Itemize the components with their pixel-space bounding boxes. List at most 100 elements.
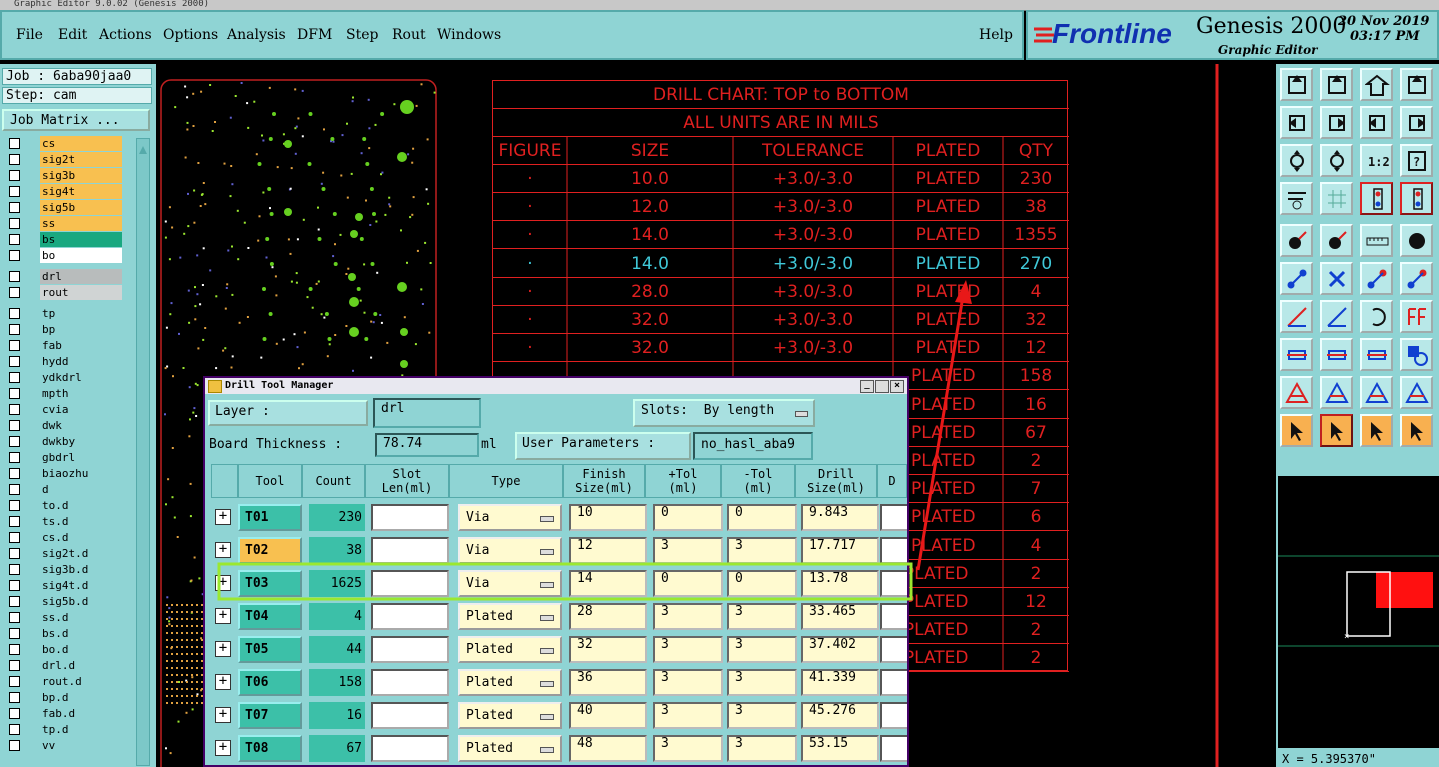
layer-row-ydkdrl[interactable]: ydkdrl: [4, 370, 122, 385]
menu-windows[interactable]: Windows: [437, 27, 501, 43]
home-icon[interactable]: [1360, 68, 1393, 101]
layer-field[interactable]: drl: [373, 398, 481, 428]
layer-checkbox[interactable]: [9, 420, 20, 431]
menu-actions[interactable]: Actions: [99, 27, 152, 43]
minus-tol-input[interactable]: 0: [727, 504, 797, 531]
arrow-a-icon[interactable]: [1320, 376, 1353, 409]
layer-checkbox[interactable]: [9, 612, 20, 623]
ruler-icon[interactable]: [1360, 224, 1393, 257]
layer-row-sig4t.d[interactable]: sig4t.d: [4, 578, 122, 593]
step-right-icon[interactable]: [1320, 106, 1353, 139]
tool-row-T05[interactable]: + T05 44 Plated 32 3 3 37.402: [211, 633, 907, 665]
layer-row-dwkby[interactable]: dwkby: [4, 434, 122, 449]
type-dropdown[interactable]: Plated: [458, 603, 562, 630]
arrow-b-icon[interactable]: [1360, 376, 1393, 409]
drill-size-input[interactable]: 9.843: [801, 504, 879, 531]
layer-row-fab.d[interactable]: fab.d: [4, 706, 122, 721]
scroll-up-arrow-icon[interactable]: [138, 140, 148, 154]
layer-checkbox[interactable]: [9, 250, 20, 261]
plus-tol-input[interactable]: 0: [653, 504, 723, 531]
minus-tol-input[interactable]: 3: [727, 537, 797, 564]
layer-row-vv[interactable]: vv: [4, 738, 122, 753]
layer-checkbox[interactable]: [9, 388, 20, 399]
select-circle-icon[interactable]: [1360, 414, 1393, 447]
tool-button[interactable]: T03: [238, 570, 302, 597]
add-point-icon[interactable]: [1400, 262, 1433, 295]
step-left-icon[interactable]: [1280, 106, 1313, 139]
layer-row-bs[interactable]: bs: [4, 232, 122, 247]
layer-checkbox[interactable]: [9, 548, 20, 559]
move-point-icon[interactable]: [1360, 262, 1393, 295]
layer-checkbox[interactable]: [9, 468, 20, 479]
layer-checkbox[interactable]: [9, 692, 20, 703]
finish-size-input[interactable]: 32: [569, 636, 647, 663]
pan-icon[interactable]: [1320, 144, 1353, 177]
zoom-fit-icon[interactable]: [1280, 144, 1313, 177]
measure-tool-icon[interactable]: [1280, 182, 1313, 215]
plus-tol-input[interactable]: 3: [653, 669, 723, 696]
minus-tol-input[interactable]: 3: [727, 735, 797, 762]
layer-checkbox[interactable]: [9, 372, 20, 383]
d-input[interactable]: [880, 636, 907, 663]
layer-checkbox[interactable]: [9, 218, 20, 229]
scale-1to2-icon[interactable]: 1:2: [1360, 144, 1393, 177]
finish-size-input[interactable]: 48: [569, 735, 647, 762]
dtm-title-bar[interactable]: Drill Tool Manager _ ×: [205, 378, 907, 394]
layer-checkbox[interactable]: [9, 724, 20, 735]
tool-row-T07[interactable]: + T07 16 Plated 40 3 3 45.276: [211, 699, 907, 731]
job-matrix-button[interactable]: Job Matrix ...: [2, 109, 150, 131]
layer-checkbox[interactable]: [9, 287, 20, 298]
layer-checkbox[interactable]: [9, 500, 20, 511]
pad-icon[interactable]: [1280, 224, 1313, 257]
drill-size-input[interactable]: 17.717: [801, 537, 879, 564]
layer-checkbox[interactable]: [9, 628, 20, 639]
layer-row-mpth[interactable]: mpth: [4, 386, 122, 401]
tool-row-T02[interactable]: + T02 38 Via 12 3 3 17.717: [211, 534, 907, 566]
expand-plus-icon[interactable]: +: [215, 608, 231, 624]
layer-checkbox[interactable]: [9, 452, 20, 463]
layer-checkbox[interactable]: [9, 271, 20, 282]
minus-tol-input[interactable]: 3: [727, 669, 797, 696]
menu-dfm[interactable]: DFM: [297, 27, 332, 43]
mini-map[interactable]: ×: [1278, 476, 1439, 748]
layer-row-rout[interactable]: rout: [4, 285, 122, 300]
split-icon[interactable]: [1400, 300, 1433, 333]
menu-step[interactable]: Step: [346, 27, 378, 43]
drill-size-input[interactable]: 33.465: [801, 603, 879, 630]
shapes-icon[interactable]: [1400, 338, 1433, 371]
layer-row-ts.d[interactable]: ts.d: [4, 514, 122, 529]
layer-list-scrollbar[interactable]: [136, 138, 150, 766]
layer-row-to.d[interactable]: to.d: [4, 498, 122, 513]
plus-tol-input[interactable]: 3: [653, 603, 723, 630]
grid-icon[interactable]: [1320, 182, 1353, 215]
select-box-icon[interactable]: [1320, 414, 1353, 447]
d-input[interactable]: [880, 702, 907, 729]
drill-size-input[interactable]: 37.402: [801, 636, 879, 663]
circle-icon[interactable]: [1400, 224, 1433, 257]
layer-checkbox[interactable]: [9, 644, 20, 655]
layer-row-ss[interactable]: ss: [4, 216, 122, 231]
tool-row-T08[interactable]: + T08 67 Plated 48 3 3 53.15: [211, 732, 907, 764]
finish-size-input[interactable]: 28: [569, 603, 647, 630]
arc-icon[interactable]: [1360, 300, 1393, 333]
type-dropdown[interactable]: Plated: [458, 636, 562, 663]
layer-row-ss.d[interactable]: ss.d: [4, 610, 122, 625]
layer-checkbox[interactable]: [9, 516, 20, 527]
tool-row-T01[interactable]: + T01 230 Via 10 0 0 9.843: [211, 501, 907, 533]
layer-row-fab[interactable]: fab: [4, 338, 122, 353]
traffic-light-alt-icon[interactable]: [1400, 182, 1433, 215]
type-dropdown[interactable]: Via: [458, 504, 562, 531]
finish-size-input[interactable]: 36: [569, 669, 647, 696]
minus-tol-input[interactable]: 3: [727, 702, 797, 729]
tool-row-T06[interactable]: + T06 158 Plated 36 3 3 41.339: [211, 666, 907, 698]
select-pointer-icon[interactable]: [1280, 414, 1313, 447]
layer-checkbox[interactable]: [9, 564, 20, 575]
finish-size-input[interactable]: 14: [569, 570, 647, 597]
slot-length-input[interactable]: [371, 537, 449, 564]
tool-button[interactable]: T06: [238, 669, 302, 696]
expand-plus-icon[interactable]: +: [215, 707, 231, 723]
tool-button[interactable]: T08: [238, 735, 302, 762]
layer-checkbox[interactable]: [9, 708, 20, 719]
expand-plus-icon[interactable]: +: [215, 542, 231, 558]
drill-size-input[interactable]: 53.15: [801, 735, 879, 762]
